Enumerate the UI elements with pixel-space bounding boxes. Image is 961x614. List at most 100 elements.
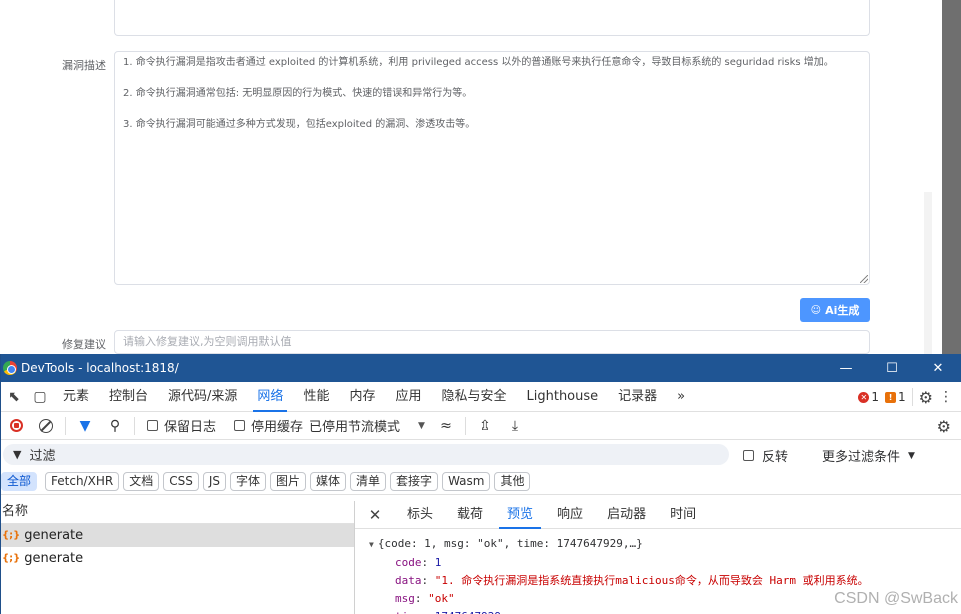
error-count: 1 [871,390,880,404]
record-icon[interactable] [1,419,31,432]
type-filter-socket[interactable]: 套接字 [390,472,439,491]
xhr-braces-icon: {;} [2,553,21,564]
filter-funnel-icon[interactable]: ▼ [70,418,100,434]
request-row[interactable]: {;} generate [1,547,354,570]
json-field-data: data: "1. 命令执行漏洞是指系统直接执行malicious命令，从而导致… [395,574,869,587]
ai-generate-button[interactable]: ☺ Ai生成 [800,298,870,322]
type-filter-manifest[interactable]: 清单 [350,472,387,491]
tab-lighthouse[interactable]: Lighthouse [517,382,609,412]
detail-tabs: ✕ 标头 载荷 预览 响应 启动器 时间 [355,501,961,529]
csdn-watermark: CSDN @SwBack [834,590,958,607]
tab-recorder[interactable]: 记录器 [608,382,667,412]
requests-list: 名称 {;} generate {;} generate [1,501,355,614]
type-filter-other[interactable]: 其他 [494,472,531,491]
type-filter-js[interactable]: JS [202,472,226,491]
preserve-log-checkbox[interactable]: 保留日志 [147,416,216,435]
tab-preview[interactable]: 预览 [495,501,545,529]
tab-console[interactable]: 控制台 [99,382,158,412]
warning-icon: ! [885,391,897,403]
json-field-time: time: 1747647929 [369,608,961,614]
request-row[interactable]: {;} generate [1,524,354,547]
throttling-select[interactable]: 已停用节流模式 ▼ [309,416,425,435]
type-filter-all[interactable]: 全部 [1,472,38,491]
json-key: data [395,574,422,587]
tab-performance[interactable]: 性能 [293,382,339,412]
request-name: generate [24,551,84,566]
previous-textarea[interactable] [114,0,870,36]
more-filters-dropdown[interactable]: 更多过滤条件 ▼ [822,446,915,465]
type-filter-fetch-xhr[interactable]: Fetch/XHR [45,472,120,491]
network-conditions-icon[interactable]: ≈ [431,418,461,434]
tab-response[interactable]: 响应 [545,501,595,529]
web-page: 漏洞描述 1. 命令执行漏洞是指攻击者通过 exploited 的计算机系统，利… [0,0,961,354]
throttling-value: 已停用节流模式 [309,420,401,435]
json-key: time [395,610,422,614]
devtools-title: DevTools - localhost:1818/ [21,361,179,375]
close-button[interactable]: ✕ [915,354,961,382]
preserve-log-label: 保留日志 [164,420,217,435]
clear-icon[interactable] [31,418,61,433]
ai-generate-label: Ai生成 [825,304,860,317]
type-filter-img[interactable]: 图片 [270,472,307,491]
tab-application[interactable]: 应用 [385,382,431,412]
page-scrollbar[interactable] [924,192,932,354]
filter-input[interactable]: ▼ 过滤 [3,444,729,465]
filter-placeholder: 过滤 [29,449,56,464]
tab-elements[interactable]: 元素 [53,382,99,412]
xhr-braces-icon: {;} [2,530,21,541]
type-filter-wasm[interactable]: Wasm [442,472,491,491]
tab-payload[interactable]: 载荷 [445,501,495,529]
tab-sources[interactable]: 源代码/来源 [158,382,247,412]
tab-initiator[interactable]: 启动器 [595,501,658,529]
fix-suggestion-input[interactable]: 请输入修复建议,为空则调用默认值 [114,330,870,354]
tab-timing[interactable]: 时间 [658,501,708,529]
name-column-header[interactable]: 名称 [1,501,354,524]
user-icon: ☺ [810,304,822,316]
json-value: "1. 命令执行漏洞是指系统直接执行malicious命令，从而导致会 Harm… [434,574,869,587]
settings-gear-icon[interactable]: ⚙ [919,388,933,407]
json-key: code [395,556,422,569]
error-badge[interactable]: ✕ 1 [858,390,879,404]
maximize-button[interactable]: ☐ [869,354,915,382]
request-detail: ✕ 标头 载荷 预览 响应 启动器 时间 ▼ {code: 1, msg: "ok… [355,501,961,614]
json-root[interactable]: ▼ {code: 1, msg: "ok", time: 1747647929,…… [369,535,961,554]
warning-count: 1 [898,390,906,404]
import-har-icon[interactable]: ⇫ [470,418,500,434]
type-filter-doc[interactable]: 文档 [123,472,160,491]
filter-icon: ▼ [13,448,22,461]
tab-network[interactable]: 网络 [247,382,293,412]
disable-cache-checkbox[interactable]: 停用缓存 [234,416,303,435]
json-summary: {code: 1, msg: "ok", time: 1747647929,…} [377,537,643,550]
warning-badge[interactable]: ! 1 [885,390,906,404]
inspect-element-icon[interactable]: ⬉ [1,389,27,405]
error-icon: ✕ [858,391,870,403]
more-options-icon[interactable]: ⋮ [939,389,953,405]
network-settings-icon[interactable]: ⚙ [937,417,951,436]
resize-handle[interactable] [860,275,868,283]
disable-cache-label: 停用缓存 [251,420,304,435]
search-icon[interactable]: ⚲ [100,418,130,434]
resource-type-filters: 全部 Fetch/XHR 文档 CSS JS 字体 图片 媒体 清单 套接字 W… [1,469,961,495]
export-har-icon[interactable]: ⤓ [500,418,530,434]
minimize-button[interactable]: — [823,354,869,382]
more-tabs-button[interactable]: » [667,382,695,412]
chevron-down-icon: ▼ [908,450,915,461]
network-toolbar: ▼ ⚲ 保留日志 停用缓存 已停用节流模式 ▼ ≈ ⇫ ⤓ ⚙ [1,412,961,440]
type-filter-media[interactable]: 媒体 [310,472,347,491]
json-value: "ok" [428,592,455,605]
type-filter-css[interactable]: CSS [163,472,199,491]
tab-memory[interactable]: 内存 [339,382,385,412]
description-textarea[interactable]: 1. 命令执行漏洞是指攻击者通过 exploited 的计算机系统，利用 pri… [114,51,870,285]
tab-privacy-security[interactable]: 隐私与安全 [431,382,516,412]
tab-headers[interactable]: 标头 [395,501,445,529]
request-name: generate [24,528,84,543]
description-line: 3. 命令执行漏洞可能通过多种方式发现，包括exploited 的漏洞、渗透攻击… [123,119,476,130]
type-filter-font[interactable]: 字体 [229,472,266,491]
chevron-down-icon: ▼ [418,420,425,431]
close-detail-icon[interactable]: ✕ [355,506,395,524]
invert-checkbox[interactable]: 反转 [743,446,788,465]
device-toolbar-icon[interactable]: ▢ [27,389,53,405]
json-value: 1 [434,556,442,569]
window-edge [942,0,961,354]
expand-triangle-icon[interactable]: ▼ [369,540,374,549]
